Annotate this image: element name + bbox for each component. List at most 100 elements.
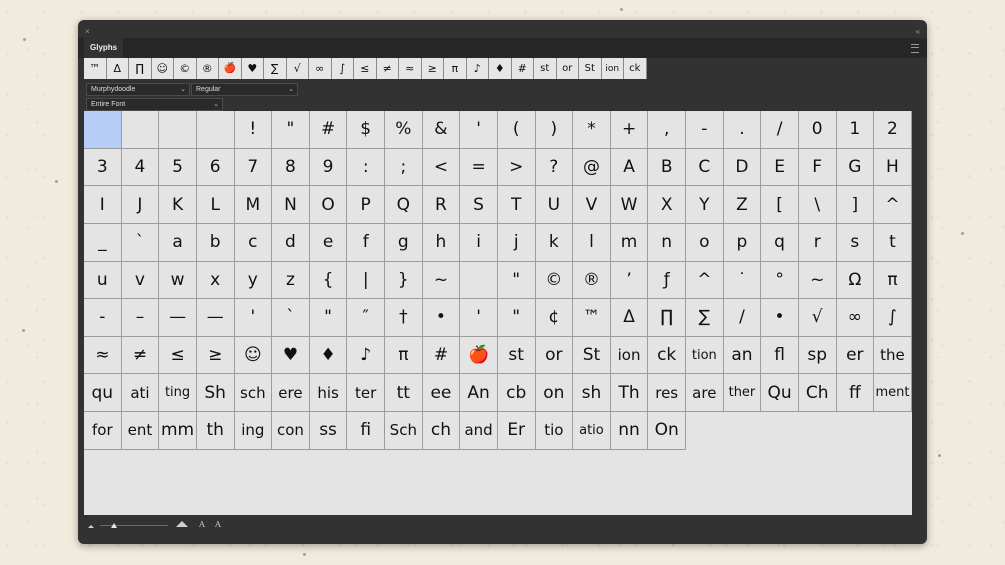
glyph-cell[interactable]: D: [723, 148, 762, 187]
glyph-cell[interactable]: π: [874, 261, 912, 300]
glyph-cell[interactable]: for: [84, 412, 122, 450]
glyph-cell[interactable]: ati: [121, 374, 160, 412]
panel-titlebar[interactable]: × ‹‹: [78, 20, 927, 38]
glyph-cell[interactable]: &: [422, 111, 461, 149]
glyph-cell[interactable]: a: [159, 223, 197, 262]
glyph-cell[interactable]: ee: [422, 374, 461, 412]
font-style-select[interactable]: Regular ⌄: [191, 83, 298, 96]
glyph-cell[interactable]: ff: [836, 374, 875, 412]
glyph-cell[interactable]: X: [648, 186, 686, 224]
glyph-cell[interactable]: C: [686, 148, 724, 187]
glyph-cell[interactable]: ~: [798, 261, 837, 300]
recent-glyph[interactable]: ™: [84, 58, 107, 79]
glyph-cell[interactable]: ^: [874, 186, 912, 224]
glyph-cell[interactable]: ƒ: [648, 261, 686, 300]
glyph-cell[interactable]: x: [196, 261, 235, 300]
glyph-cell[interactable]: 9: [309, 148, 348, 187]
glyph-cell[interactable]: =: [460, 148, 498, 187]
show-select[interactable]: Entire Font ⌄: [86, 98, 223, 111]
glyph-cell[interactable]: *: [573, 111, 611, 149]
glyph-cell[interactable]: ©: [535, 261, 574, 300]
glyph-cell[interactable]: I: [84, 186, 122, 224]
recent-glyph[interactable]: or: [556, 58, 579, 79]
glyph-cell[interactable]: :: [347, 148, 385, 187]
glyph-cell[interactable]: ∑: [686, 299, 724, 337]
glyph-cell[interactable]: —: [159, 299, 197, 337]
glyph-cell[interactable]: ): [535, 111, 574, 149]
glyph-cell[interactable]: π: [385, 336, 423, 375]
glyph-cell[interactable]: tt: [385, 374, 423, 412]
glyph-cell[interactable]: 6: [196, 148, 235, 187]
glyph-cell[interactable]: –: [121, 299, 160, 337]
glyph-cell[interactable]: ™: [573, 299, 611, 337]
glyph-cell[interactable]: >: [497, 148, 536, 187]
glyph-cell[interactable]: ’: [610, 261, 649, 300]
glyph-cell[interactable]: an: [723, 336, 762, 375]
glyph-cell[interactable]: are: [686, 374, 724, 412]
glyph-cell[interactable]: U: [535, 186, 574, 224]
glyph-cell[interactable]: —: [196, 299, 235, 337]
glyph-cell[interactable]: }: [385, 261, 423, 300]
glyph-cell[interactable]: ss: [309, 412, 348, 450]
glyph-cell[interactable]: `: [272, 299, 310, 337]
glyph-cell[interactable]: q: [761, 223, 799, 262]
glyph-cell[interactable]: /: [723, 299, 762, 337]
glyph-cell[interactable]: ☺: [234, 336, 273, 375]
glyph-cell[interactable]: F: [798, 148, 837, 187]
recent-glyph[interactable]: ≈: [399, 58, 422, 79]
glyph-cell[interactable]: and: [460, 412, 498, 450]
glyph-cell[interactable]: 3: [84, 148, 122, 187]
recent-glyph[interactable]: √: [286, 58, 309, 79]
glyph-cell[interactable]: Sch: [385, 412, 423, 450]
glyph-cell[interactable]: w: [159, 261, 197, 300]
glyph-cell[interactable]: ": [497, 261, 536, 300]
glyph-cell[interactable]: P: [347, 186, 385, 224]
glyph-cell[interactable]: |: [347, 261, 385, 300]
glyph-cell[interactable]: k: [535, 223, 574, 262]
recent-glyph[interactable]: 🍎: [219, 58, 242, 79]
recent-glyph[interactable]: Δ: [106, 58, 129, 79]
glyph-cell[interactable]: ♦: [309, 336, 348, 375]
glyph-cell[interactable]: 8: [272, 148, 310, 187]
glyph-cell[interactable]: ': [234, 299, 273, 337]
glyph-cell[interactable]: ?: [535, 148, 574, 187]
glyph-cell[interactable]: res: [648, 374, 686, 412]
glyph-cell[interactable]: u: [84, 261, 122, 300]
glyph-cell[interactable]: K: [159, 186, 197, 224]
glyph-cell[interactable]: tio: [535, 412, 574, 450]
glyph-cell[interactable]: L: [196, 186, 235, 224]
recent-glyph[interactable]: ≥: [421, 58, 444, 79]
glyph-cell[interactable]: !: [234, 111, 273, 149]
glyph-cell[interactable]: v: [121, 261, 160, 300]
glyph-cell[interactable]: @: [573, 148, 611, 187]
glyph-cell[interactable]: on: [535, 374, 574, 412]
zoom-slider-thumb[interactable]: [110, 523, 117, 528]
recent-glyph[interactable]: st: [534, 58, 557, 79]
glyph-cell[interactable]: %: [385, 111, 423, 149]
zoom-out-icon[interactable]: [88, 525, 94, 528]
glyph-cell[interactable]: ≠: [121, 336, 160, 375]
glyph-cell[interactable]: A: [610, 148, 649, 187]
recent-glyph[interactable]: #: [511, 58, 534, 79]
glyph-cell[interactable]: [121, 111, 160, 149]
glyph-cell[interactable]: s: [836, 223, 875, 262]
recent-glyph[interactable]: ∑: [264, 58, 287, 79]
glyph-cell[interactable]: $: [347, 111, 385, 149]
glyph-cell[interactable]: i: [460, 223, 498, 262]
glyph-cell[interactable]: tion: [686, 336, 724, 375]
glyph-cell[interactable]: B: [648, 148, 686, 187]
glyph-cell[interactable]: Er: [497, 412, 536, 450]
glyph-cell[interactable]: mm: [159, 412, 197, 450]
glyph-cell[interactable]: _: [84, 223, 122, 262]
glyph-cell[interactable]: sh: [573, 374, 611, 412]
glyph-cell[interactable]: ": [272, 111, 310, 149]
glyph-cell[interactable]: ck: [648, 336, 686, 375]
glyph-cell[interactable]: #: [422, 336, 461, 375]
glyph-cell[interactable]: [84, 111, 122, 149]
glyph-cell[interactable]: •: [761, 299, 799, 337]
glyph-cell[interactable]: ': [460, 299, 498, 337]
zoom-in-icon[interactable]: [176, 521, 188, 527]
glyph-cell[interactable]: qu: [84, 374, 122, 412]
font-family-select[interactable]: Murphydoodle ⌄: [86, 83, 190, 96]
glyph-cell[interactable]: y: [234, 261, 273, 300]
